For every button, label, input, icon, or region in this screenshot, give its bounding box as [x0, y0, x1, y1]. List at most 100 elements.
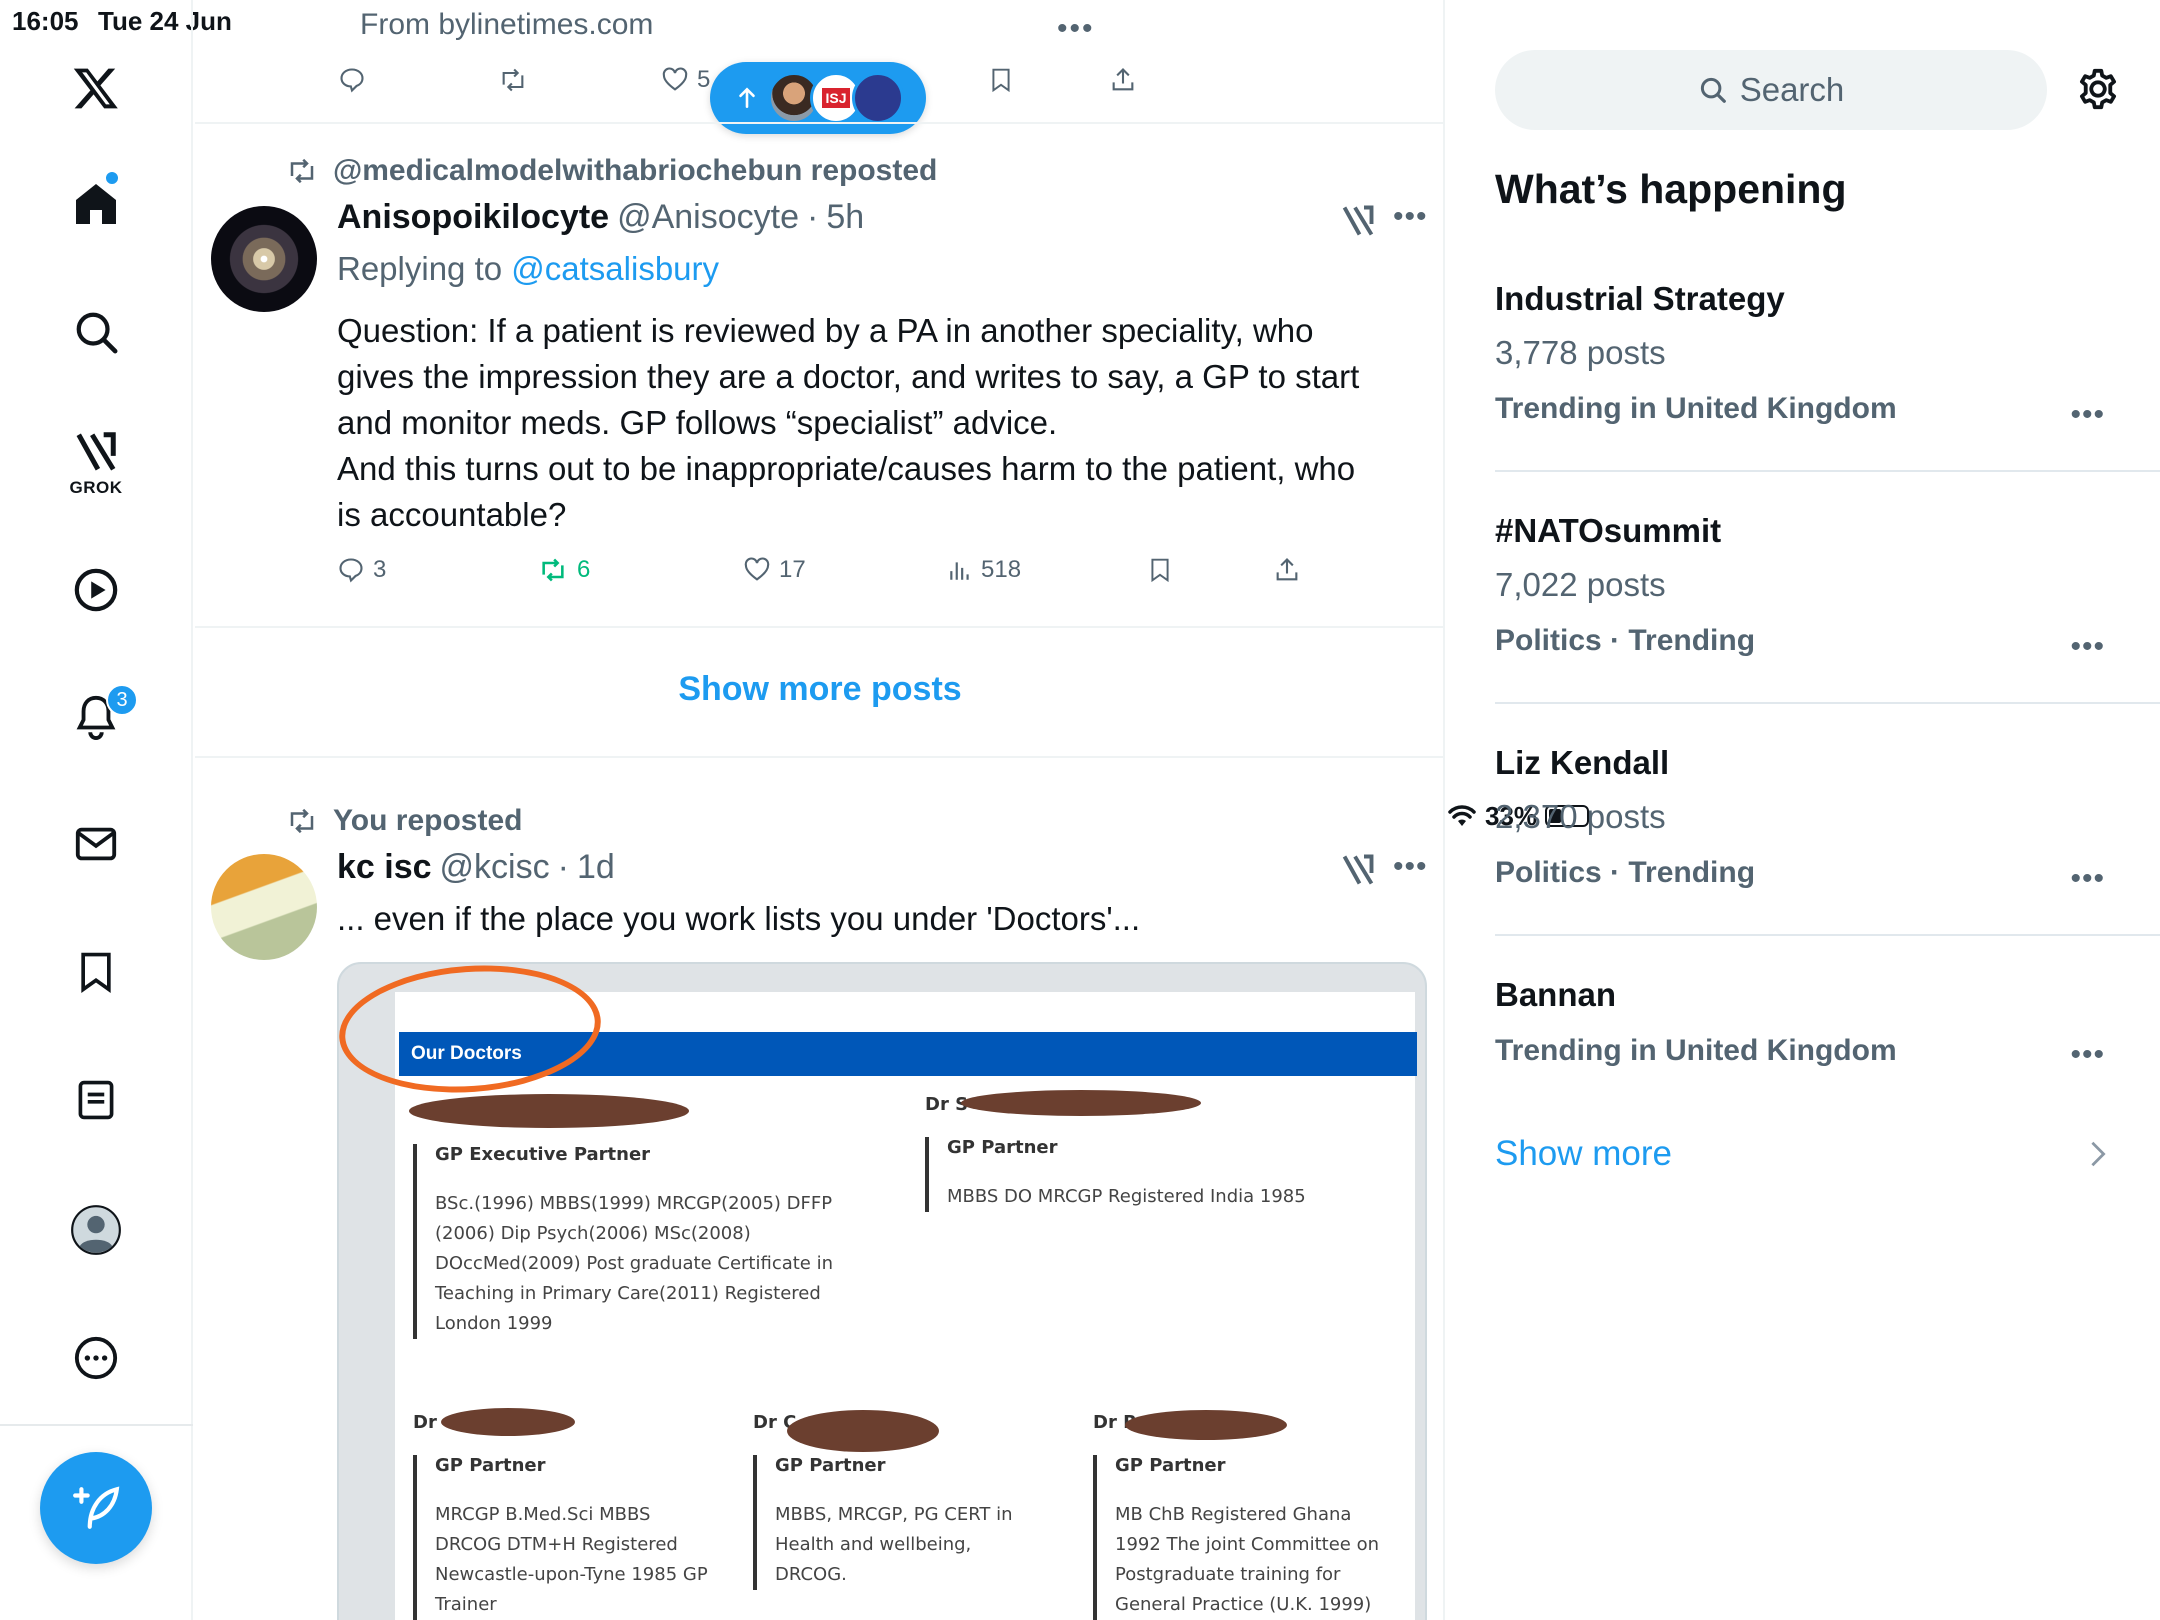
- trend-more-icon[interactable]: •••: [2070, 1038, 2105, 1072]
- more-options-icon[interactable]: •••: [1393, 850, 1428, 884]
- trend-item[interactable]: Industrial Strategy 3,778 posts Trending…: [1495, 280, 2117, 431]
- qual-line: Newcastle-upon-Tyne 1985 GP: [435, 1564, 708, 1585]
- more-icon[interactable]: [56, 1318, 136, 1398]
- trend-more-icon[interactable]: •••: [2070, 630, 2105, 664]
- reply-count: 3: [373, 556, 387, 583]
- author-name[interactable]: Anisopoikilocyte: [337, 198, 609, 237]
- tweet-text-line: And this turns out to be inappropriate/c…: [337, 450, 1356, 487]
- qual-line: Teaching in Primary Care(2011) Registere…: [435, 1283, 821, 1304]
- repost-by[interactable]: @medicalmodelwithabriochebun reposted: [333, 154, 937, 188]
- like-button[interactable]: 17: [743, 556, 806, 584]
- author-handle[interactable]: @kcisc: [440, 848, 550, 887]
- video-icon[interactable]: [56, 550, 136, 630]
- replying-prefix: Replying to: [337, 250, 503, 287]
- redaction: [1125, 1410, 1287, 1440]
- qual-line: DRCOG.: [775, 1564, 847, 1585]
- card-more-icon[interactable]: •••: [1057, 12, 1095, 46]
- chevron-right-icon: [2089, 1140, 2107, 1168]
- compose-button[interactable]: [40, 1452, 152, 1564]
- qual-line: Postgraduate training for: [1115, 1564, 1341, 1585]
- profile-icon[interactable]: [56, 1190, 136, 1270]
- views-icon: [950, 562, 969, 580]
- trend-context: Politics · Trending: [1495, 856, 1756, 889]
- notifications-badge: 3: [106, 684, 138, 716]
- lists-icon[interactable]: [56, 1060, 136, 1140]
- repost-button[interactable]: [497, 66, 529, 94]
- repost-context: You reposted: [285, 804, 522, 838]
- more-options-icon[interactable]: •••: [1393, 200, 1428, 234]
- tweet-header: kc isc @kcisc · 1d: [337, 848, 615, 887]
- reply-button[interactable]: [338, 66, 366, 94]
- trend-context: Trending in United Kingdom: [1495, 1034, 1897, 1067]
- qual-line: Health and wellbeing,: [775, 1534, 972, 1555]
- redaction: [787, 1410, 939, 1452]
- repost-button[interactable]: 6: [537, 556, 590, 584]
- reply-button[interactable]: 3: [337, 556, 386, 584]
- views-button[interactable]: 518: [947, 556, 1021, 584]
- divider: [1495, 702, 2160, 704]
- x-logo-icon[interactable]: [56, 48, 136, 128]
- tweet-time[interactable]: 5h: [826, 198, 864, 237]
- gear-icon[interactable]: [2075, 66, 2121, 112]
- messages-icon[interactable]: [56, 804, 136, 884]
- share-button[interactable]: [1109, 66, 1137, 94]
- tweet-time[interactable]: 1d: [577, 848, 615, 887]
- trend-context: Politics · Trending: [1495, 624, 1756, 657]
- trend-title: Bannan: [1495, 976, 1617, 1013]
- trend-item[interactable]: Liz Kendall 2,370 posts Politics · Trend…: [1495, 744, 2117, 895]
- trend-posts: 7,022 posts: [1495, 566, 1666, 603]
- home-icon[interactable]: [56, 164, 136, 244]
- bookmark-button[interactable]: [1147, 556, 1173, 584]
- author-name[interactable]: kc isc: [337, 848, 432, 887]
- search-icon[interactable]: [56, 292, 136, 372]
- trend-more-icon[interactable]: •••: [2070, 398, 2105, 432]
- doctor-card: Dr R GP Partner MB ChB Registered Ghana …: [1093, 1412, 1423, 1620]
- search-placeholder: Search: [1739, 71, 1845, 108]
- notifications-icon[interactable]: 3: [56, 676, 138, 756]
- tweet-text: ... even if the place you work lists you…: [337, 900, 1141, 937]
- redaction: [441, 1408, 575, 1436]
- bookmarks-icon[interactable]: [56, 932, 136, 1012]
- share-button[interactable]: [1273, 556, 1301, 584]
- home-unread-dot: [104, 170, 120, 186]
- bookmark-button[interactable]: [988, 66, 1014, 94]
- show-more-posts-link[interactable]: Show more posts: [195, 670, 1445, 709]
- tweet-text-line: is accountable?: [337, 496, 567, 533]
- doctor-card: GP Executive Partner BSc.(1996) MBBS(199…: [413, 1144, 833, 1339]
- repost-count: 6: [577, 556, 591, 583]
- avatar[interactable]: [211, 206, 317, 312]
- search-icon: [1700, 77, 1726, 103]
- trend-item[interactable]: Bannan Trending in United Kingdom •••: [1495, 976, 2117, 1071]
- replying-to-link[interactable]: @catsalisbury: [511, 250, 719, 287]
- repost-context: @medicalmodelwithabriochebun reposted: [285, 154, 937, 188]
- qual-line: MB ChB Registered Ghana: [1115, 1504, 1352, 1525]
- doctor-qualifications: MB ChB Registered Ghana 1992 The joint C…: [1115, 1500, 1423, 1620]
- doctor-role: GP Partner: [947, 1137, 1058, 1158]
- main-feed: From bylinetimes.com ••• 5 ISJ @medicalm…: [195, 0, 1445, 1620]
- doctor-role: GP Partner: [1115, 1455, 1226, 1476]
- trend-more-icon[interactable]: •••: [2070, 862, 2105, 896]
- compose-icon: [71, 1483, 121, 1533]
- trend-title: Liz Kendall: [1495, 744, 1670, 781]
- link-source[interactable]: From bylinetimes.com: [360, 8, 653, 42]
- qual-line: General Practice (U.K. 1999): [1115, 1594, 1372, 1615]
- tweet-media-image[interactable]: Our Doctors GP Executive Partner BSc.(19…: [337, 962, 1427, 1620]
- redaction: [961, 1090, 1201, 1116]
- show-more-link[interactable]: Show more: [1495, 1134, 1672, 1174]
- bookmark-icon: [992, 68, 1010, 93]
- qual-line: DRCOG DTM+H Registered: [435, 1534, 678, 1555]
- trend-title: #NATOsummit: [1495, 512, 1722, 549]
- avatar[interactable]: [211, 854, 317, 960]
- like-button[interactable]: 5: [661, 66, 710, 94]
- trend-item[interactable]: #NATOsummit 7,022 posts Politics · Trend…: [1495, 512, 2117, 663]
- grok-explain-icon[interactable]: [1340, 203, 1376, 239]
- like-count: 17: [779, 556, 806, 583]
- divider: [1495, 470, 2160, 472]
- grok-label: GROK: [69, 478, 123, 497]
- reply-icon: [339, 558, 363, 583]
- search-input[interactable]: Search: [1495, 50, 2047, 130]
- author-handle[interactable]: @Anisocyte: [617, 198, 799, 237]
- repost-icon: [502, 68, 524, 92]
- grok-explain-icon[interactable]: [1340, 852, 1376, 888]
- bookmark-icon: [1151, 558, 1169, 583]
